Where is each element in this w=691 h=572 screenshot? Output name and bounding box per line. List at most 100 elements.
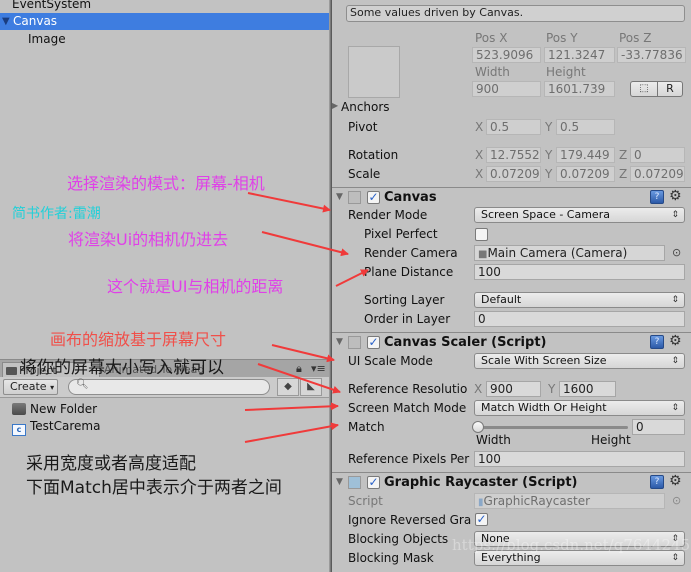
plane-distance-field[interactable]: 100	[474, 264, 685, 280]
scale-y-field[interactable]: 0.07209	[556, 166, 615, 182]
anchors-label[interactable]: Anchors	[341, 100, 390, 114]
canvas-scaler-component-header[interactable]: ▼ ✓ Canvas Scaler (Script) ? ⚙	[332, 332, 691, 352]
inspector-pane: Some values driven by Canvas. Pos X Pos …	[332, 0, 691, 572]
csharp-script-icon: c	[12, 424, 26, 436]
ref-x-axis-label: X	[474, 382, 483, 396]
reference-pixels-per-unit-field[interactable]: 100	[474, 451, 685, 467]
scale-z-axis-label: Z	[619, 167, 628, 181]
hierarchy-item-label: EventSystem	[12, 0, 92, 11]
help-book-icon[interactable]: ?	[650, 475, 664, 489]
pos-y-field[interactable]: 121.3247	[544, 47, 615, 63]
gear-icon[interactable]: ⚙	[669, 188, 682, 204]
reference-resolution-y-field[interactable]: 1600	[559, 381, 616, 397]
foldout-triangle-icon[interactable]: ▼	[336, 337, 343, 347]
create-button[interactable]: Create ▾	[3, 379, 58, 395]
gear-icon[interactable]: ⚙	[669, 333, 682, 349]
project-item-testcarema[interactable]: c TestCarema	[12, 418, 101, 436]
project-item-label: New Folder	[30, 402, 98, 416]
height-field[interactable]: 1601.739	[544, 81, 615, 97]
render-camera-field[interactable]: ■Main Camera (Camera)	[474, 245, 665, 261]
annotation-author: 简书作者:雷潮	[12, 206, 101, 222]
annotation-match-line2: 下面Match居中表示介于两者之间	[26, 478, 282, 498]
rotation-y-field[interactable]: 179.449	[556, 147, 615, 163]
match-value-field[interactable]: 0	[632, 419, 685, 435]
pivot-x-field[interactable]: 0.5	[486, 119, 541, 135]
rot-z-axis-label: Z	[619, 148, 628, 162]
ui-scale-mode-value: Scale With Screen Size	[481, 354, 607, 367]
blueprint-mode-button[interactable]: ⬚	[630, 81, 658, 97]
annotation-canvas-scaler: 画布的缩放基于屏幕尺寸	[50, 330, 227, 349]
help-book-icon[interactable]: ?	[650, 335, 664, 349]
dropdown-arrows-icon: ⇕	[671, 295, 679, 305]
match-slider-track[interactable]	[478, 426, 628, 429]
gear-icon[interactable]: ⚙	[669, 473, 682, 489]
search-input[interactable]: 🔍︎	[68, 379, 270, 395]
pixel-perfect-checkbox[interactable]	[475, 228, 488, 241]
hierarchy-item-canvas[interactable]: ▼ Canvas	[0, 13, 329, 30]
pos-x-label: Pos X	[475, 31, 508, 45]
dropdown-arrows-icon: ⇕	[671, 403, 679, 413]
anchors-foldout-icon[interactable]: ▶	[332, 101, 338, 110]
scale-x-field[interactable]: 0.07209	[486, 166, 541, 182]
width-field[interactable]: 900	[472, 81, 541, 97]
plane-distance-label: Plane Distance	[364, 265, 454, 279]
menu-icon[interactable]: ▾≡	[311, 362, 326, 375]
foldout-triangle-icon[interactable]: ▼	[336, 477, 343, 487]
graphic-raycaster-enabled-checkbox[interactable]: ✓	[367, 476, 380, 489]
rotation-x-field[interactable]: 12.7552	[486, 147, 541, 163]
ignore-reversed-graphics-checkbox[interactable]: ✓	[475, 513, 488, 526]
lock-icon[interactable]: 🔒︎	[296, 362, 302, 376]
rotation-z-field[interactable]: 0	[630, 147, 685, 163]
pos-z-field[interactable]: -33.77836	[617, 47, 686, 63]
object-picker-icon[interactable]: ⊙	[672, 494, 681, 507]
hierarchy-item-label: Canvas	[13, 14, 58, 28]
ui-scale-mode-dropdown[interactable]: Scale With Screen Size ⇕	[474, 353, 685, 369]
rot-y-axis-label: Y	[545, 148, 553, 162]
canvas-enabled-checkbox[interactable]: ✓	[367, 191, 380, 204]
canvas-scaler-title: Canvas Scaler (Script)	[384, 335, 547, 350]
canvas-component-header[interactable]: ▼ ✓ Canvas ? ⚙	[332, 187, 691, 207]
hierarchy-item-image[interactable]: Image	[0, 31, 329, 48]
help-book-icon[interactable]: ?	[650, 190, 664, 204]
dotted-rect-icon: ⬚	[639, 83, 649, 94]
foldout-triangle-icon[interactable]: ▼	[336, 192, 343, 202]
pivot-y-field[interactable]: 0.5	[556, 119, 615, 135]
sorting-layer-dropdown[interactable]: Default ⇕	[474, 292, 685, 308]
match-slider-thumb[interactable]	[472, 421, 484, 433]
expand-triangle-icon[interactable]: ▼	[2, 13, 10, 30]
scale-z-field[interactable]: 0.07209	[630, 166, 685, 182]
hierarchy-item-eventsystem[interactable]: EventSystem	[0, 0, 329, 13]
scale-x-axis-label: X	[475, 167, 484, 181]
graphic-raycaster-icon	[348, 476, 361, 489]
reference-resolution-x-field[interactable]: 900	[486, 381, 541, 397]
render-mode-dropdown[interactable]: Screen Space - Camera ⇕	[474, 207, 685, 223]
script-field[interactable]: ▮GraphicRaycaster	[474, 493, 665, 509]
rotation-label: Rotation	[348, 148, 399, 162]
pivot-x-axis-label: X	[475, 120, 484, 134]
screen-match-mode-dropdown[interactable]: Match Width Or Height ⇕	[474, 400, 685, 416]
anchor-presets-button[interactable]	[348, 46, 400, 98]
render-mode-value: Screen Space - Camera	[481, 208, 610, 221]
height-label: Height	[546, 65, 586, 79]
annotation-reference-resolution: 将你的屏幕大小写入就可以	[20, 358, 224, 378]
canvas-scaler-icon	[348, 336, 361, 349]
graphic-raycaster-component-header[interactable]: ▼ ✓ Graphic Raycaster (Script) ? ⚙	[332, 472, 691, 492]
filter-by-type-button[interactable]: ◆	[277, 378, 299, 396]
match-height-label: Height	[591, 433, 631, 447]
raw-edit-mode-button[interactable]: R	[657, 81, 683, 97]
project-item-label: TestCarema	[30, 419, 101, 433]
sorting-layer-label: Sorting Layer	[364, 293, 445, 307]
order-in-layer-field[interactable]: 0	[474, 311, 685, 327]
project-toolbar: Create ▾ 🔍︎ ◆ ◣	[0, 377, 329, 398]
project-item-new-folder[interactable]: New Folder	[12, 401, 97, 417]
hierarchy-item-label: Image	[28, 32, 66, 46]
match-label: Match	[348, 420, 385, 434]
folder-icon	[6, 367, 17, 375]
canvas-scaler-enabled-checkbox[interactable]: ✓	[367, 336, 380, 349]
filter-by-label-button[interactable]: ◣	[300, 378, 322, 396]
screen-match-mode-label: Screen Match Mode	[348, 401, 467, 415]
canvas-component-icon	[348, 191, 361, 204]
object-picker-icon[interactable]: ⊙	[672, 246, 681, 259]
pos-x-field[interactable]: 523.9096	[472, 47, 541, 63]
dropdown-arrows-icon: ⇕	[671, 210, 679, 220]
